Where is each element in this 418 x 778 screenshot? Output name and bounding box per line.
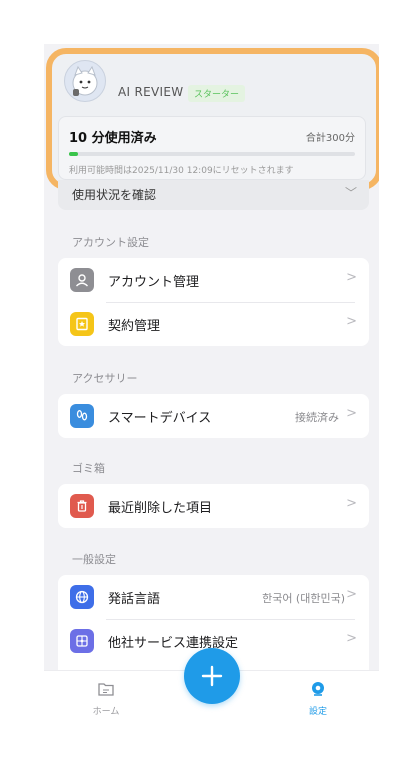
avatar: [64, 60, 106, 102]
contract-management-row[interactable]: 契約管理 >: [58, 302, 369, 346]
section-title-account: アカウント設定: [72, 236, 149, 249]
section-title-accessory: アクセサリー: [72, 372, 138, 385]
account-management-row[interactable]: アカウント管理 >: [58, 258, 369, 302]
speech-language-row[interactable]: 発話言語 한국어 (대한민국) >: [58, 575, 369, 619]
speech-language-label: 発話言語: [108, 592, 161, 607]
chevron-right-icon: >: [346, 496, 357, 511]
chevron-right-icon: >: [346, 631, 357, 646]
person-icon: [70, 268, 94, 292]
accessory-group: スマートデバイス 接続済み >: [58, 394, 369, 438]
puzzle-icon: [70, 629, 94, 653]
profile-icon: [312, 682, 324, 696]
chevron-right-icon: >: [346, 587, 357, 602]
tab-settings[interactable]: 設定: [288, 681, 348, 717]
recently-deleted-row[interactable]: 最近削除した項目 >: [58, 484, 369, 528]
section-title-general: 一般設定: [72, 553, 116, 566]
footprints-icon: [70, 404, 94, 428]
check-usage-label: 使用状況を確認: [72, 188, 157, 202]
recently-deleted-label: 最近削除した項目: [108, 501, 213, 516]
usage-progress-bar: [69, 152, 355, 156]
settings-screen: AI REVIEW スターター 10 分使用済み 合計300分 利用可能時間は2…: [44, 44, 379, 722]
reset-note: 利用可能時間は2025/11/30 12:09にリセットされます: [69, 166, 294, 176]
smart-device-status: 接続済み: [295, 411, 339, 424]
chevron-right-icon: >: [346, 314, 357, 329]
folder-icon: [98, 683, 114, 696]
check-usage-row[interactable]: 使用状況を確認 ﹀: [58, 180, 369, 210]
speech-language-value: 한국어 (대한민국): [262, 592, 345, 605]
tab-home-label: ホーム: [92, 707, 120, 717]
usage-box: 10 分使用済み 合計300分 利用可能時間は2025/11/30 12:09に…: [58, 116, 366, 180]
chevron-right-icon: >: [346, 270, 357, 285]
brand-label: AI REVIEW: [118, 85, 184, 99]
trash-icon: [70, 494, 94, 518]
account-management-label: アカウント管理: [108, 275, 200, 290]
usage-total-text: 合計300分: [305, 133, 355, 144]
tab-home[interactable]: ホーム: [76, 681, 136, 717]
chevron-down-icon: ﹀: [344, 186, 357, 200]
usage-used-text: 10 分使用済み: [69, 131, 157, 146]
contract-management-label: 契約管理: [108, 319, 161, 334]
add-button[interactable]: [184, 648, 240, 704]
usage-progress-fill: [69, 152, 79, 156]
plan-badge: スターター: [188, 85, 246, 102]
trash-group: 最近削除した項目 >: [58, 484, 369, 528]
section-title-trash: ゴミ箱: [72, 462, 105, 475]
account-group: アカウント管理 > 契約管理 >: [58, 258, 369, 346]
chevron-right-icon: >: [346, 406, 357, 421]
plus-icon: [201, 665, 223, 687]
smart-device-label: スマートデバイス: [108, 411, 212, 426]
profile-card[interactable]: AI REVIEW スターター 10 分使用済み 合計300分 利用可能時間は2…: [46, 48, 379, 190]
contract-icon: [70, 312, 94, 336]
globe-icon: [70, 585, 94, 609]
smart-device-row[interactable]: スマートデバイス 接続済み >: [58, 394, 369, 438]
tab-settings-label: 設定: [308, 707, 327, 717]
